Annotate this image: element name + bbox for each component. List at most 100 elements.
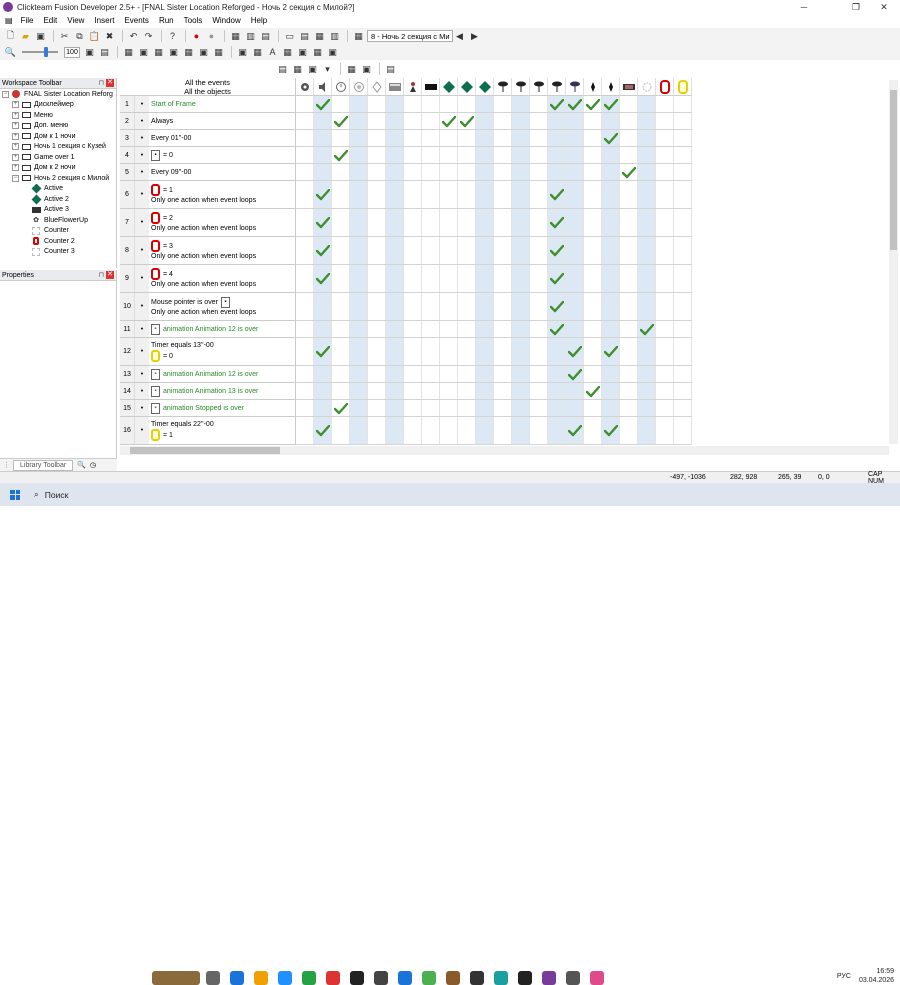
undo-icon[interactable]: ↶ <box>127 30 140 43</box>
help-icon[interactable]: ? <box>166 30 179 43</box>
condition-line[interactable]: Always <box>151 117 295 126</box>
tree-item[interactable]: Counter <box>0 226 116 237</box>
frame-list-icon[interactable]: ▦ <box>352 30 365 43</box>
object-column[interactable] <box>512 96 530 445</box>
event-row[interactable]: 8 • = 3 Only one action when event loops <box>120 237 296 265</box>
event-tool-icon-c[interactable]: ▣ <box>306 63 319 76</box>
tool-icon-p[interactable]: ▣ <box>326 46 339 59</box>
telegram-icon[interactable] <box>302 971 316 985</box>
terminal-icon[interactable] <box>518 971 532 985</box>
paste-icon[interactable]: 📋 <box>88 30 101 43</box>
event-conditions[interactable]: = 4 Only one action when event loops <box>149 265 295 292</box>
green-diamond-icon[interactable] <box>458 78 476 96</box>
frame-editor-icon[interactable]: ▥ <box>244 30 257 43</box>
tool-icon-k[interactable]: ▦ <box>251 46 264 59</box>
event-number[interactable]: 1 <box>120 96 135 112</box>
action-checkmark[interactable] <box>314 270 332 288</box>
whatsapp-icon[interactable] <box>326 971 340 985</box>
windows-start-icon[interactable] <box>10 489 20 500</box>
event-row[interactable]: 11 • ▪ animation Animation 12 is over <box>120 321 296 338</box>
event-number[interactable]: 6 <box>120 181 135 208</box>
tools-app-icon[interactable] <box>566 971 580 985</box>
action-checkmark[interactable] <box>548 242 566 260</box>
event-conditions[interactable]: ▪ = 0 <box>149 147 295 163</box>
action-checkmark[interactable] <box>314 242 332 260</box>
condition-line[interactable]: ▪ animation Animation 12 is over <box>151 368 295 380</box>
object-column[interactable] <box>296 96 314 445</box>
zoom-field[interactable]: 100 <box>64 46 80 58</box>
minimize-button[interactable]: ─ <box>790 0 818 14</box>
tool-icon-i[interactable]: ▦ <box>212 46 225 59</box>
event-number[interactable]: 16 <box>120 417 135 444</box>
circle-app-icon[interactable] <box>374 971 388 985</box>
frame-selector[interactable]: 8 - Ночь 2 секция с Ми <box>367 30 453 42</box>
event-row[interactable]: 5 • Every 09''-00 <box>120 164 296 181</box>
eye-app-icon[interactable] <box>494 971 508 985</box>
system-gear-icon[interactable] <box>296 78 314 96</box>
action-checkmark[interactable] <box>566 343 584 361</box>
black-tree-icon[interactable] <box>530 78 548 96</box>
event-tool-icon-d[interactable]: ▦ <box>345 63 358 76</box>
minecraft-icon[interactable] <box>422 971 436 985</box>
condition-line[interactable]: Every 09''-00 <box>151 168 295 177</box>
event-conditions[interactable]: = 1 Only one action when event loops <box>149 181 295 208</box>
action-checkmark[interactable] <box>566 422 584 440</box>
zoom-slider-knob[interactable] <box>44 47 48 57</box>
menu-edit[interactable]: Edit <box>38 16 62 25</box>
object-column[interactable] <box>404 96 422 445</box>
action-checkmark[interactable] <box>638 321 656 339</box>
menu-run[interactable]: Run <box>154 16 179 25</box>
event-number[interactable]: 9 <box>120 265 135 292</box>
menu-insert[interactable]: Insert <box>89 16 119 25</box>
event-number[interactable]: 11 <box>120 321 135 337</box>
tool-icon-a[interactable]: ▣ <box>83 46 96 59</box>
tool-icon-e[interactable]: ▦ <box>152 46 165 59</box>
event-row[interactable]: 15 • ▪ animation Stopped is over <box>120 400 296 417</box>
object-column[interactable] <box>602 96 620 445</box>
tree-item[interactable]: + Game over 1 <box>0 152 116 163</box>
tool-icon-c[interactable]: ▦ <box>122 46 135 59</box>
action-checkmark[interactable] <box>314 186 332 204</box>
condition-line[interactable]: = 3 <box>151 240 295 252</box>
expand-icon[interactable]: + <box>12 101 19 109</box>
black-tree-icon[interactable] <box>512 78 530 96</box>
pin-icon[interactable]: ⊓ <box>99 79 104 87</box>
object-column[interactable] <box>638 96 656 445</box>
object-column[interactable] <box>440 96 458 445</box>
expand-icon[interactable]: + <box>12 122 19 130</box>
zoom-slider[interactable] <box>22 47 58 57</box>
event-row[interactable]: 9 • = 4 Only one action when event loops <box>120 265 296 293</box>
object-column[interactable] <box>368 96 386 445</box>
doc-icon[interactable]: ▤ <box>2 16 16 25</box>
tool-icon-j[interactable]: ▣ <box>236 46 249 59</box>
action-checkmark[interactable] <box>602 422 620 440</box>
tree-item[interactable]: − Ночь 2 секция с Милой <box>0 173 116 184</box>
condition-line[interactable]: ▪ animation Animation 12 is over <box>151 323 295 335</box>
tree-item[interactable]: + Доп. меню <box>0 121 116 132</box>
event-conditions[interactable]: = 3 Only one action when event loops <box>149 237 295 264</box>
action-checkmark[interactable] <box>620 164 638 182</box>
grid-icon[interactable]: ▦ <box>313 30 326 43</box>
action-checkmark[interactable] <box>602 130 620 148</box>
condition-line[interactable]: Only one action when event loops <box>151 280 295 289</box>
action-checkmark[interactable] <box>548 321 566 339</box>
action-checkmark[interactable] <box>566 96 584 114</box>
action-checkmark[interactable] <box>566 366 584 384</box>
black-tree-icon[interactable] <box>548 78 566 96</box>
object-column[interactable] <box>620 96 638 445</box>
event-tool-icon-f[interactable]: ▤ <box>384 63 397 76</box>
condition-line[interactable]: = 0 <box>151 350 295 362</box>
black-tree-icon[interactable] <box>494 78 512 96</box>
action-checkmark[interactable] <box>332 400 350 418</box>
menu-view[interactable]: View <box>62 16 89 25</box>
piano-keys-icon[interactable] <box>404 78 422 96</box>
event-row[interactable]: 3 • Every 01''-00 <box>120 130 296 147</box>
event-number[interactable]: 12 <box>120 338 135 365</box>
event-number[interactable]: 4 <box>120 147 135 163</box>
tool-icon-g[interactable]: ▦ <box>182 46 195 59</box>
red-counter-icon[interactable] <box>656 78 674 96</box>
condition-line[interactable]: Every 01''-00 <box>151 134 295 143</box>
expand-icon[interactable]: + <box>12 153 19 161</box>
condition-line[interactable]: Timer equals 22''-00 <box>151 420 295 429</box>
event-conditions[interactable]: Every 01''-00 <box>149 130 295 146</box>
